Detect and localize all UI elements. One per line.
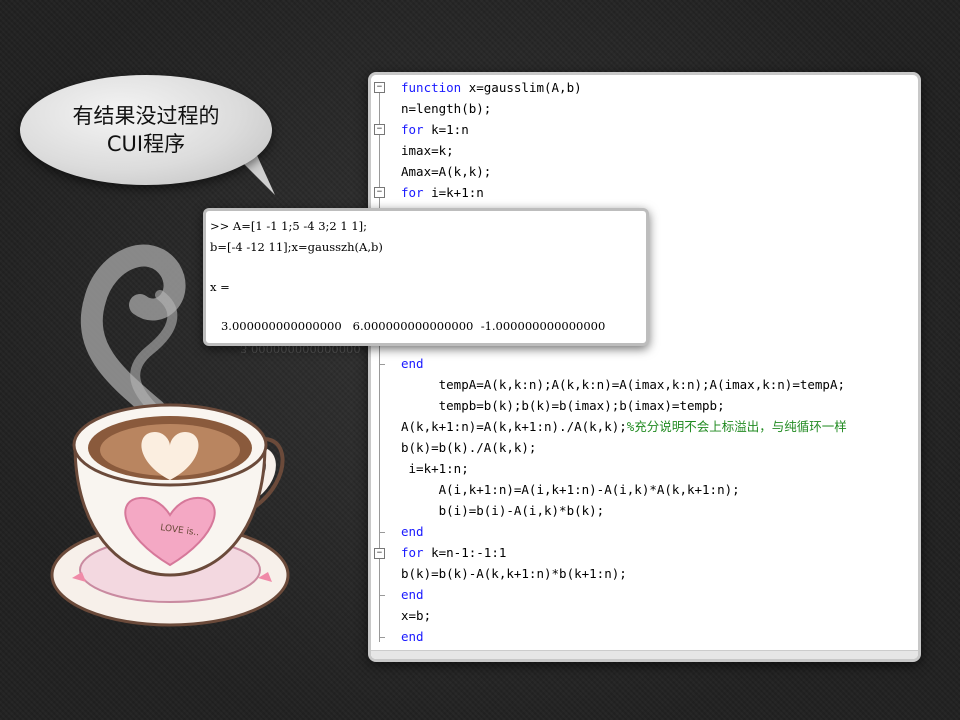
bubble-line-1: 有结果没过程的 bbox=[72, 104, 220, 128]
cmd-reflection: 3.000000000000000 6.000000000000000 -1.0… bbox=[229, 344, 625, 356]
comment-token: %充分说明不会上标溢出，与纯循环一样 bbox=[626, 419, 847, 434]
fold-function-icon[interactable]: − bbox=[374, 82, 385, 93]
code-token: A(k,k+1:n)=A(k,k+1:n)./A(k,k); bbox=[401, 419, 627, 434]
fold-for-back-icon[interactable]: − bbox=[374, 548, 385, 559]
fold-for-inner-icon[interactable]: − bbox=[374, 187, 385, 198]
speech-bubble: 有结果没过程的 CUI程序 bbox=[20, 75, 272, 185]
code-line[interactable]: A(i,k+1:n)=A(i,k+1:n)-A(i,k)*A(k,k+1:n); bbox=[401, 479, 740, 500]
code-token: n=length(b); bbox=[401, 101, 492, 116]
keyword-token: for bbox=[401, 545, 432, 560]
code-token: b(i)=b(i)-A(i,k)*b(k); bbox=[401, 503, 605, 518]
keyword-token: for bbox=[401, 122, 432, 137]
code-line[interactable]: Amax=A(k,k); bbox=[401, 161, 491, 182]
code-line[interactable]: x=b; bbox=[401, 605, 431, 626]
code-line[interactable]: b(i)=b(i)-A(i,k)*b(k); bbox=[401, 500, 605, 521]
code-token: b(k)=b(k)-A(k,k+1:n)*b(k+1:n); bbox=[401, 566, 627, 581]
code-line[interactable]: imax=k; bbox=[401, 140, 454, 161]
keyword-token: end bbox=[401, 629, 424, 644]
code-line[interactable]: tempb=b(k);b(k)=b(imax);b(imax)=tempb; bbox=[401, 395, 725, 416]
code-token: i=k+1:n bbox=[431, 185, 484, 200]
cmd-input-line-2: b=[-4 -12 11];x=gausszh(A,b) bbox=[210, 240, 383, 254]
keyword-token: end bbox=[401, 524, 424, 539]
code-token: x=gausslim(A,b) bbox=[468, 80, 582, 95]
fold-for-icon[interactable]: − bbox=[374, 124, 385, 135]
code-line[interactable]: i=k+1:n; bbox=[401, 458, 469, 479]
bubble-line-2: CUI程序 bbox=[106, 132, 186, 156]
code-token: A(i,k+1:n)=A(i,k+1:n)-A(i,k)*A(k,k+1:n); bbox=[401, 482, 740, 497]
editor-scrollbar[interactable] bbox=[371, 650, 918, 659]
code-line[interactable]: b(k)=b(k)./A(k,k); bbox=[401, 437, 536, 458]
command-window[interactable]: >> A=[1 -1 1;5 -4 3;2 1 1]; b=[-4 -12 11… bbox=[203, 208, 649, 346]
code-token: imax=k; bbox=[401, 143, 454, 158]
code-token: k=n-1:-1:1 bbox=[431, 545, 507, 560]
code-line[interactable]: n=length(b); bbox=[401, 98, 491, 119]
code-token: Amax=A(k,k); bbox=[401, 164, 492, 179]
code-token: tempA=A(k,k:n);A(k,k:n)=A(imax,k:n);A(im… bbox=[401, 377, 846, 392]
cmd-output-values: 3.000000000000000 6.000000000000000 -1.0… bbox=[210, 319, 606, 333]
code-token: x=b; bbox=[401, 608, 432, 623]
code-line[interactable]: tempA=A(k,k:n);A(k,k:n)=A(imax,k:n);A(im… bbox=[401, 374, 845, 395]
code-line[interactable]: function x=gausslim(A,b) bbox=[401, 77, 582, 98]
code-line[interactable]: end bbox=[401, 521, 424, 542]
code-line[interactable]: b(k)=b(k)-A(k,k+1:n)*b(k+1:n); bbox=[401, 563, 627, 584]
code-token: i=k+1:n; bbox=[401, 461, 469, 476]
code-line[interactable]: end bbox=[401, 626, 424, 647]
cmd-input-line-1: >> A=[1 -1 1;5 -4 3;2 1 1]; bbox=[210, 219, 368, 233]
cmd-output-label: x = bbox=[210, 280, 230, 294]
keyword-token: function bbox=[401, 80, 469, 95]
code-line[interactable]: A(k,k+1:n)=A(k,k+1:n)./A(k,k);%充分说明不会上标溢… bbox=[401, 416, 847, 437]
code-line[interactable]: for k=1:n bbox=[401, 119, 469, 140]
code-line[interactable]: for i=k+1:n bbox=[401, 182, 484, 203]
code-token: k=1:n bbox=[431, 122, 469, 137]
code-line[interactable]: for k=n-1:-1:1 bbox=[401, 542, 506, 563]
keyword-token: for bbox=[401, 185, 432, 200]
code-token: b(k)=b(k)./A(k,k); bbox=[401, 440, 537, 455]
code-token: tempb=b(k);b(k)=b(imax);b(imax)=tempb; bbox=[401, 398, 725, 413]
code-line[interactable]: end bbox=[401, 584, 424, 605]
keyword-token: end bbox=[401, 587, 424, 602]
